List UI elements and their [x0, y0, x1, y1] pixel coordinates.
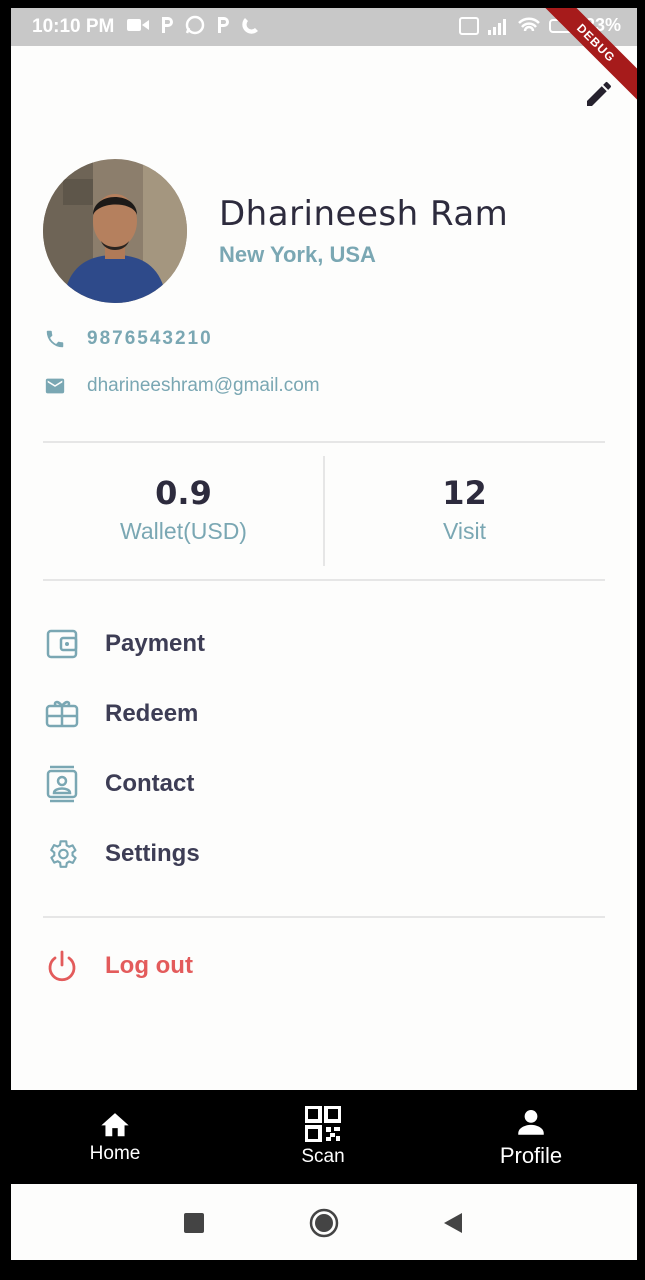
triangle-back-icon: [444, 1213, 462, 1233]
nav-label: Home: [89, 1143, 141, 1164]
menu-item-contact[interactable]: Contact: [43, 760, 563, 808]
nav-label: Profile: [499, 1143, 563, 1168]
nav-home[interactable]: Home: [65, 1090, 165, 1184]
menu-item-redeem[interactable]: Redeem: [43, 690, 563, 738]
logout-button[interactable]: Log out: [43, 942, 563, 990]
signal-icon: [487, 18, 506, 35]
circle-icon: [309, 1208, 339, 1238]
notification-icons: [127, 15, 261, 35]
profile-name: Dharineesh Ram: [219, 194, 509, 234]
app-screen: 10:10 PM 23% DEBUG Dharineesh Ram New Yo…: [11, 8, 637, 1260]
power-icon: [43, 947, 81, 985]
phonepe-icon: [242, 18, 258, 34]
menu-label: Contact: [105, 770, 195, 797]
wallet-value: 0.9: [155, 474, 212, 512]
phone-icon: [43, 327, 67, 351]
divider: [43, 579, 605, 581]
home-system-button[interactable]: [307, 1206, 341, 1240]
divider: [43, 441, 605, 443]
wallet-icon: [43, 625, 81, 663]
menu-item-payment[interactable]: Payment: [43, 620, 563, 668]
square-icon: [184, 1213, 204, 1233]
wallet-stat[interactable]: 0.9 Wallet(USD): [43, 474, 324, 545]
gift-card-icon: [43, 695, 81, 733]
menu-label: Payment: [105, 630, 206, 657]
home-icon: [101, 1113, 129, 1137]
edit-profile-button[interactable]: [581, 76, 617, 112]
recents-button[interactable]: [177, 1206, 211, 1240]
visit-stat[interactable]: 12 Visit: [324, 474, 605, 545]
visit-value: 12: [442, 474, 487, 512]
wallet-label: Wallet(USD): [120, 518, 247, 544]
pencil-icon: [587, 81, 612, 106]
profile-location: New York, USA: [219, 242, 376, 267]
email-row: dharineeshram@gmail.com: [43, 374, 320, 398]
system-navigation-bar: [11, 1184, 637, 1260]
status-bar: 10:10 PM 23%: [11, 8, 637, 46]
volte-icon: [458, 16, 479, 35]
nav-label: Scan: [301, 1146, 345, 1167]
menu-label: Redeem: [105, 700, 199, 727]
menu-item-settings[interactable]: Settings: [43, 830, 563, 878]
nav-profile[interactable]: Profile: [481, 1090, 581, 1184]
nav-scan[interactable]: Scan: [273, 1090, 373, 1184]
paytm-icon-2: [218, 17, 229, 33]
gear-icon: [43, 835, 81, 873]
phone-row: 9876543210: [43, 327, 213, 351]
visit-label: Visit: [442, 518, 487, 544]
paytm-icon: [162, 17, 173, 33]
bottom-navigation: Home Scan Profile: [11, 1090, 637, 1184]
divider: [43, 916, 605, 918]
menu-label: Settings: [105, 840, 200, 867]
email-address: dharineeshram@gmail.com: [87, 375, 320, 396]
qr-code-icon: [305, 1106, 341, 1142]
contact-card-icon: [43, 765, 81, 803]
whatsapp-icon: [185, 15, 205, 35]
mail-icon: [43, 374, 67, 398]
logout-label: Log out: [105, 952, 193, 979]
phone-number: 9876543210: [87, 328, 213, 349]
person-icon: [518, 1109, 544, 1135]
avatar: [43, 159, 187, 303]
status-time: 10:10 PM: [32, 16, 115, 37]
back-button[interactable]: [436, 1206, 470, 1240]
video-icon: [127, 19, 149, 31]
wifi-icon: [518, 17, 540, 31]
